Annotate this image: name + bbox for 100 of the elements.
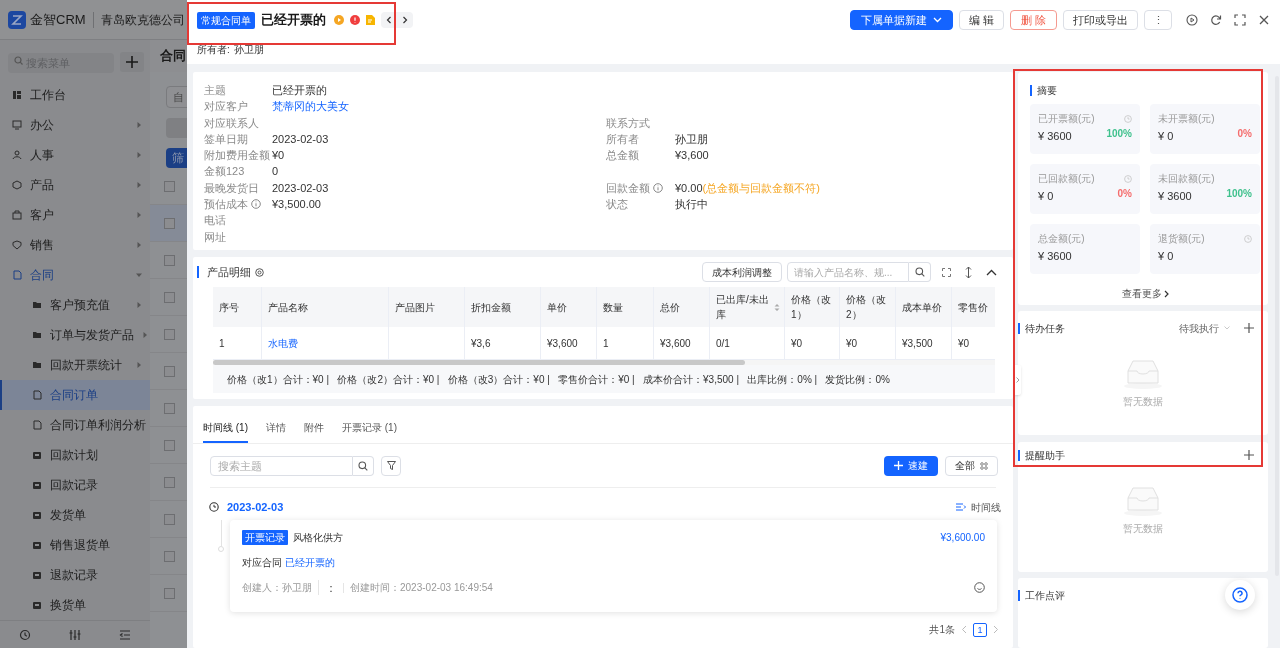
field-value: 2023-02-03: [272, 131, 329, 147]
more-button[interactable]: ⋮: [1144, 10, 1172, 30]
scrollbar-thumb[interactable]: [213, 360, 745, 365]
sidebar-item[interactable]: 办公: [0, 110, 150, 140]
sidebar-item[interactable]: 退款记录: [0, 560, 150, 590]
filter-button[interactable]: 筛: [166, 148, 187, 168]
previous-page-icon[interactable]: [961, 625, 967, 634]
sidebar-item[interactable]: 合同订单: [0, 380, 150, 410]
tab[interactable]: 详情: [266, 420, 286, 443]
play-circle-icon[interactable]: [1186, 14, 1198, 26]
row-checkbox[interactable]: [164, 217, 175, 229]
box-icon: [32, 600, 42, 610]
row-checkbox[interactable]: [164, 513, 175, 525]
search-button[interactable]: [909, 262, 931, 282]
sidebar-item[interactable]: 回款记录: [0, 470, 150, 500]
search-button[interactable]: [353, 455, 374, 476]
smiley-icon[interactable]: [974, 582, 985, 593]
product-link[interactable]: 水电费: [262, 327, 389, 359]
row-checkbox[interactable]: [164, 180, 175, 192]
box-icon: [32, 480, 42, 490]
search-icon: [914, 267, 925, 277]
company-name: 青岛欧克德公司: [100, 11, 185, 29]
sidebar-item[interactable]: 回款计划: [0, 440, 150, 470]
clock-icon[interactable]: [1124, 174, 1132, 183]
row-checkbox[interactable]: [164, 402, 175, 414]
warning-note: (总金额与回款金额不符): [702, 180, 820, 196]
list-icon[interactable]: [956, 503, 966, 511]
page-title: 合同: [160, 47, 186, 66]
menu-item-icon: [12, 120, 22, 130]
close-icon[interactable]: [1258, 14, 1270, 26]
quick-create-button[interactable]: 速建: [884, 455, 938, 476]
action-button[interactable]: 编 辑: [958, 10, 1004, 30]
sidebar-item[interactable]: 产品: [0, 170, 150, 200]
fullscreen-icon[interactable]: [942, 267, 951, 277]
table-cell: ¥3,600: [654, 327, 710, 359]
row-checkbox[interactable]: [164, 439, 175, 451]
sidebar-item[interactable]: 发货单: [0, 500, 150, 530]
row-checkbox[interactable]: [164, 291, 175, 303]
field-value: ¥0.00: [675, 180, 703, 196]
chevron-up-icon[interactable]: [986, 268, 997, 276]
filter-field[interactable]: 自: [166, 86, 187, 108]
collapse-handle[interactable]: [1014, 365, 1021, 395]
next-page-icon[interactable]: [993, 625, 999, 634]
row-checkbox[interactable]: [164, 550, 175, 562]
grid-icon: [980, 461, 988, 470]
section-marker: [197, 266, 199, 278]
sidebar-item[interactable]: 合同订单利润分析: [0, 410, 150, 440]
clock-icon[interactable]: [1244, 234, 1252, 243]
fullscreen-icon[interactable]: [1234, 14, 1246, 26]
sidebar-item[interactable]: 工作台: [0, 80, 150, 110]
customer-link[interactable]: 梵蒂冈的大美女: [272, 98, 349, 115]
row-checkbox[interactable]: [164, 254, 175, 266]
tab[interactable]: 开票记录 (1): [342, 420, 397, 443]
document-icon[interactable]: [366, 15, 375, 25]
adjust-button[interactable]: 成本利润调整: [702, 262, 782, 282]
sidebar-item[interactable]: 销售退货单: [0, 530, 150, 560]
row-checkbox[interactable]: [164, 476, 175, 488]
row-checkbox[interactable]: [164, 587, 175, 599]
collapse-menu-icon[interactable]: [119, 628, 131, 641]
add-icon[interactable]: [120, 52, 144, 72]
contract-link[interactable]: 已经开票的: [285, 555, 335, 570]
field-label: 主题: [204, 82, 226, 98]
sidebar-item[interactable]: 合同: [0, 260, 150, 290]
filter-button[interactable]: [381, 455, 401, 476]
timeline-search-field[interactable]: 搜索主题: [210, 455, 353, 476]
sidebar-item[interactable]: 人事: [0, 140, 150, 170]
clock-icon[interactable]: [1124, 114, 1132, 123]
empty-inbox-icon: [1123, 486, 1163, 516]
add-icon[interactable]: [1244, 450, 1254, 460]
settings-icon[interactable]: [255, 267, 264, 277]
sliders-icon[interactable]: [69, 628, 81, 641]
page-button[interactable]: 1: [973, 622, 987, 637]
sidebar-item[interactable]: 客户: [0, 200, 150, 230]
add-icon[interactable]: [1244, 323, 1254, 333]
row-checkbox[interactable]: [164, 328, 175, 340]
alert-icon[interactable]: [350, 15, 360, 25]
tab[interactable]: 时间线 (1): [203, 420, 248, 443]
task-filter-dropdown[interactable]: 待我执行: [1179, 320, 1230, 336]
section-title: 工作点评: [1025, 588, 1065, 603]
sidebar-item[interactable]: 换货单: [0, 590, 150, 620]
stat-label: 退货额(元): [1158, 232, 1205, 246]
row-checkbox[interactable]: [164, 365, 175, 377]
sidebar-item[interactable]: 订单与发货产品: [0, 320, 150, 350]
refresh-icon[interactable]: [1210, 14, 1222, 26]
sidebar-item[interactable]: 回款开票统计: [0, 350, 150, 380]
clock-icon: [209, 502, 219, 512]
owner-name: 孙卫朋: [233, 43, 264, 57]
sidebar-item[interactable]: 销售: [0, 230, 150, 260]
sidebar-item[interactable]: 客户预充值: [0, 290, 150, 320]
action-button[interactable]: 删 除: [1009, 10, 1057, 30]
sort-icon[interactable]: [774, 302, 780, 312]
action-button[interactable]: 打印或导出: [1063, 10, 1138, 30]
stat-label: 已开票额(元): [1038, 112, 1095, 126]
all-button[interactable]: 全部: [945, 455, 998, 476]
tab[interactable]: 附件: [304, 420, 324, 443]
product-search-field[interactable]: 请输入产品名称、规...: [787, 262, 909, 282]
view-more-link[interactable]: 查看更多: [1121, 286, 1169, 301]
expand-vertical-icon[interactable]: [965, 266, 972, 278]
history-icon[interactable]: [19, 628, 31, 641]
action-button[interactable]: 下属单据新建: [849, 10, 953, 30]
